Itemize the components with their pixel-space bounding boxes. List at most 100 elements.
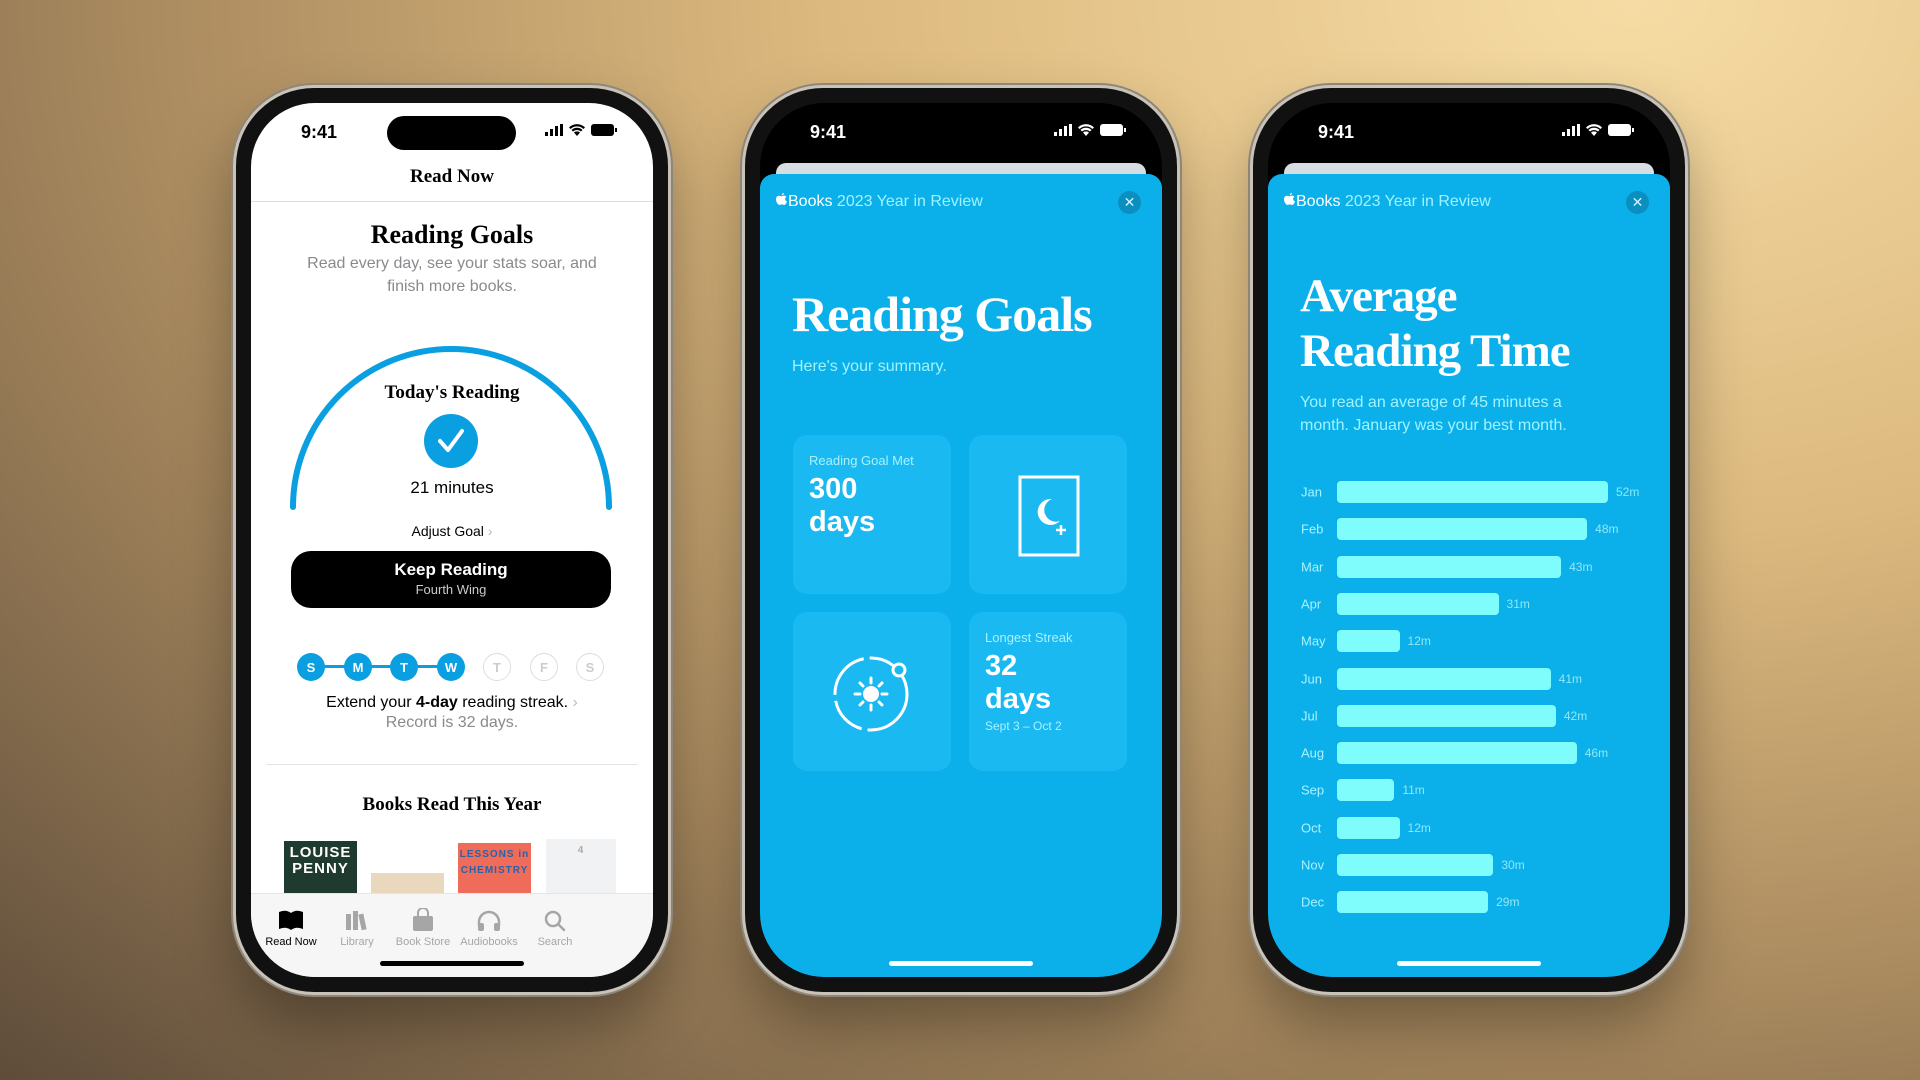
streak-range: Sept 3 – Oct 2 — [985, 719, 1062, 733]
read-now-screen: 9:41 Read Now Reading Goals Read every d… — [251, 103, 653, 977]
bar-value-label: 46m — [1584, 746, 1609, 761]
tab-label: Library — [340, 936, 374, 948]
bar-feb — [1337, 518, 1588, 541]
average-description-line-1: You read an average of 45 minutes a — [1300, 394, 1562, 411]
phone-review-goals: 9:41 Books 2023 Year in Review ✕ Reading… — [745, 88, 1177, 992]
bar-jul — [1337, 704, 1556, 727]
adjust-goal-link[interactable]: Adjust Goal › — [251, 523, 653, 539]
bar-oct — [1337, 816, 1400, 839]
streak-connector — [311, 665, 451, 668]
apple-logo-icon — [776, 193, 788, 210]
tab-label: Read Now — [265, 936, 317, 948]
battery-icon — [1608, 124, 1634, 136]
shopping-bag-icon — [413, 908, 433, 931]
section-divider — [266, 764, 638, 765]
current-book-title: Fourth Wing — [415, 582, 487, 597]
bar-value-label: 48m — [1595, 522, 1619, 537]
bar-jan — [1337, 481, 1608, 503]
adjust-goal-label: Adjust Goal — [411, 523, 484, 539]
battery-icon — [1100, 124, 1126, 136]
bar-may — [1337, 630, 1400, 653]
keep-reading-label: Keep Reading — [394, 560, 508, 579]
month-label: Aug — [1301, 745, 1325, 761]
review-header: Books 2023 Year in Review — [1284, 193, 1491, 211]
wifi-icon — [1586, 124, 1602, 136]
wifi-icon — [1078, 124, 1094, 136]
night-tile — [969, 435, 1127, 594]
longest-streak-tile: Longest Streak 32 days Sept 3 – Oct 2 — [969, 612, 1127, 771]
bar-value-label: 29m — [1496, 895, 1520, 910]
bar-value-label: 31m — [1506, 596, 1530, 611]
review-average-screen: 9:41 Books 2023 Year in Review ✕ Average… — [1268, 103, 1670, 977]
book-cover[interactable] — [371, 873, 444, 893]
streak-label: Longest Streak — [985, 630, 1073, 645]
average-description-line-2: month. January was your best month. — [1300, 417, 1567, 434]
phone-read-now: 9:41 Read Now Reading Goals Read every d… — [236, 88, 668, 992]
dynamic-island — [896, 116, 1025, 150]
bar-mar — [1337, 555, 1562, 578]
books-read-title: Books Read This Year — [362, 794, 542, 815]
streak-text: Extend your 4-day reading streak. › — [326, 694, 578, 711]
minutes-read: 21 minutes — [410, 478, 494, 497]
month-label: Sep — [1301, 782, 1325, 798]
goal-met-tile: Reading Goal Met 300 days — [793, 435, 951, 594]
headphones-icon — [477, 910, 501, 931]
goal-met-label: Reading Goal Met — [809, 453, 914, 468]
bar-jun — [1337, 667, 1551, 690]
month-label: Mar — [1301, 559, 1324, 575]
bar-aug — [1337, 742, 1577, 765]
bar-value-label: 30m — [1501, 858, 1525, 872]
review-header: Books 2023 Year in Review — [776, 193, 983, 211]
bar-value-label: 41m — [1558, 671, 1583, 686]
status-time: 9:41 — [810, 122, 847, 142]
book-cover[interactable]: 4 — [546, 839, 616, 893]
day-1: M — [344, 653, 372, 681]
sun-orbit-icon — [833, 656, 909, 732]
average-description: You read an average of 45 minutes a month… — [1300, 391, 1567, 437]
close-button[interactable]: ✕ — [1118, 191, 1141, 214]
apple-logo-icon — [1284, 193, 1296, 210]
month-label: Nov — [1301, 857, 1325, 873]
book-cover[interactable]: LOUISE PENNY — [284, 841, 357, 893]
goal-met-value: 300 days — [809, 473, 876, 538]
review-subtitle: Here's your summary. — [792, 358, 947, 375]
book-cover[interactable]: LESSONS in CHEMISTRY — [458, 843, 531, 893]
bar-value-label: 12m — [1407, 820, 1431, 835]
month-label: Feb — [1301, 521, 1324, 537]
month-label: Apr — [1301, 596, 1322, 612]
bar-value-label: 11m — [1402, 783, 1425, 798]
review-title: Reading Goals — [792, 286, 1093, 342]
day-4: T — [483, 653, 511, 681]
bar-value-label: 52m — [1616, 485, 1640, 499]
book-open-icon — [279, 910, 303, 930]
day-3: W — [437, 653, 465, 681]
bar-value-label: 43m — [1569, 559, 1593, 574]
search-icon — [544, 910, 566, 932]
day-2: T — [390, 653, 418, 681]
moon-card-icon — [1018, 475, 1080, 557]
home-indicator — [380, 961, 524, 966]
tab-search[interactable]: Search — [515, 908, 595, 948]
month-label: Jul — [1301, 708, 1318, 724]
bar-nov — [1337, 854, 1494, 876]
tab-label: Book Store — [395, 936, 451, 948]
day-6: S — [576, 653, 604, 681]
status-time: 9:41 — [1318, 122, 1355, 142]
bar-sep — [1337, 779, 1395, 802]
status-icons — [1562, 124, 1634, 136]
library-icon — [346, 911, 367, 931]
average-title: Average Reading Time — [1300, 270, 1571, 377]
dynamic-island — [1404, 116, 1533, 150]
home-indicator — [1397, 961, 1541, 966]
goal-complete-check-icon — [424, 414, 478, 468]
month-label: Oct — [1301, 820, 1322, 836]
sun-tile — [793, 612, 951, 771]
bar-apr — [1337, 592, 1499, 615]
signal-icon — [1562, 124, 1580, 136]
record-text: Record is 32 days. — [385, 714, 519, 731]
status-icons — [1054, 124, 1126, 136]
keep-reading-button[interactable]: Keep Reading Fourth Wing — [291, 551, 611, 608]
close-button[interactable]: ✕ — [1626, 191, 1649, 214]
todays-reading-label: Today's Reading — [384, 382, 520, 403]
tab-label: Audiobooks — [460, 936, 518, 948]
